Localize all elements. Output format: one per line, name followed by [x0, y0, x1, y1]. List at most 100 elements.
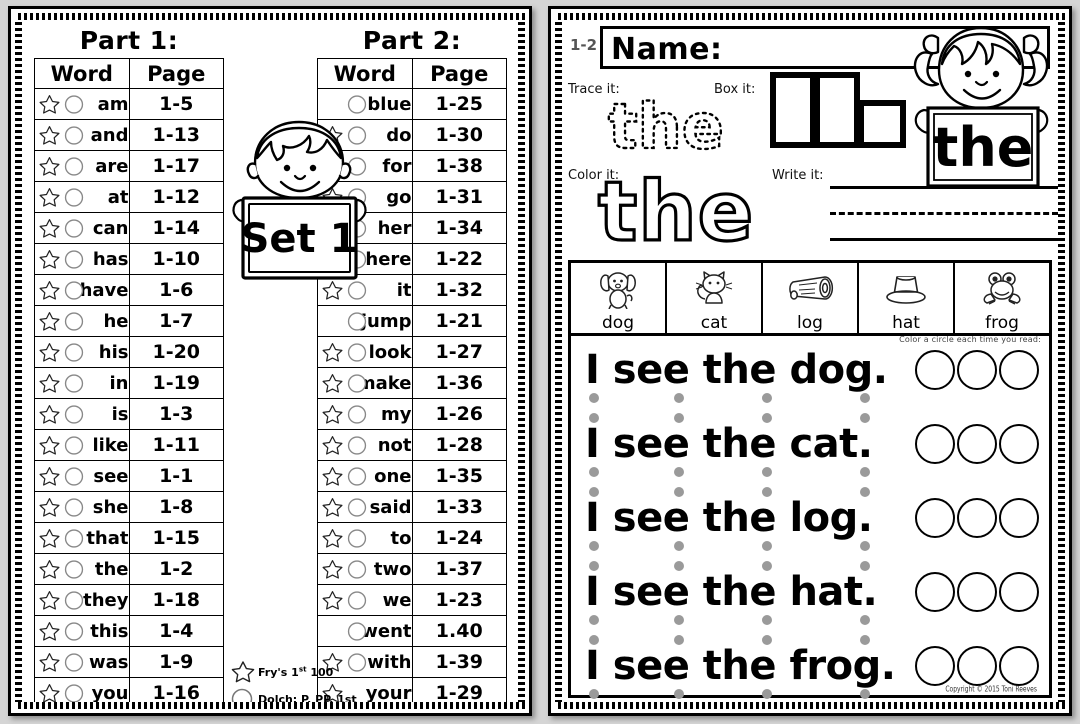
circle-icon[interactable]	[63, 310, 85, 332]
circle-icon[interactable]	[63, 279, 85, 301]
circle-icon[interactable]	[63, 217, 85, 239]
star-icon[interactable]	[38, 310, 61, 332]
word-dot	[860, 689, 870, 699]
circle-icon[interactable]	[63, 651, 85, 673]
read-circle[interactable]	[999, 424, 1039, 464]
read-circle[interactable]	[915, 498, 955, 538]
color-word-outline[interactable]: the	[596, 170, 754, 255]
read-circle[interactable]	[957, 350, 997, 390]
star-icon[interactable]	[38, 496, 61, 518]
box-it-segment-2[interactable]	[814, 72, 860, 148]
circle-icon[interactable]	[346, 310, 368, 332]
star-icon[interactable]	[321, 372, 344, 394]
star-slot	[38, 496, 61, 519]
star-icon[interactable]	[321, 465, 344, 487]
part1-word-cell: am	[34, 88, 130, 120]
circle-icon[interactable]	[63, 93, 85, 115]
circle-icon[interactable]	[346, 496, 368, 518]
read-circle[interactable]	[915, 572, 955, 612]
circle-icon[interactable]	[63, 403, 85, 425]
word-label: her	[377, 217, 412, 239]
circle-slot	[345, 403, 368, 426]
star-icon[interactable]	[321, 434, 344, 456]
box-it-segment-1[interactable]	[770, 72, 816, 148]
star-icon[interactable]	[321, 527, 344, 549]
cat-icon	[692, 263, 736, 314]
read-circle[interactable]	[915, 646, 955, 686]
read-circle[interactable]	[957, 424, 997, 464]
word-dot	[589, 635, 599, 645]
circle-icon[interactable]	[63, 558, 85, 580]
read-circle[interactable]	[999, 350, 1039, 390]
star-icon[interactable]	[38, 372, 61, 394]
circle-icon[interactable]	[63, 682, 85, 702]
circle-slot	[62, 496, 85, 519]
star-icon[interactable]	[38, 620, 61, 642]
box-it-segment-3[interactable]	[858, 100, 906, 148]
circle-icon[interactable]	[346, 558, 368, 580]
star-icon[interactable]	[38, 651, 61, 673]
star-icon[interactable]	[38, 589, 61, 611]
circle-icon[interactable]	[63, 620, 85, 642]
star-icon[interactable]	[321, 589, 344, 611]
word-dots-bottom	[589, 615, 889, 625]
circle-icon[interactable]	[346, 527, 368, 549]
picture-cell-hat: hat	[859, 263, 955, 333]
star-icon[interactable]	[38, 124, 61, 146]
sentence-list: I see the dog. I see the cat. I see the lo…	[571, 333, 1049, 702]
circle-icon[interactable]	[63, 589, 85, 611]
star-icon[interactable]	[321, 558, 344, 580]
read-circle[interactable]	[999, 498, 1039, 538]
read-circle[interactable]	[957, 498, 997, 538]
star-icon[interactable]	[38, 186, 61, 208]
circle-icon[interactable]	[63, 341, 85, 363]
read-circle[interactable]	[915, 350, 955, 390]
circle-icon[interactable]	[346, 465, 368, 487]
circle-icon[interactable]	[346, 403, 368, 425]
star-icon[interactable]	[38, 558, 61, 580]
star-icon[interactable]	[38, 434, 61, 456]
star-icon[interactable]	[38, 93, 61, 115]
part1-table: Word Page am 1-5 and 1-13 are 1-17 at 1-12 can 1-…	[34, 58, 224, 702]
star-icon[interactable]	[38, 155, 61, 177]
circle-icon[interactable]	[346, 434, 368, 456]
word-label: the	[94, 558, 129, 580]
word-dot	[674, 487, 684, 497]
row-marks	[38, 341, 85, 364]
read-circle[interactable]	[957, 572, 997, 612]
boy-holding-sign-illustration: Set 1	[227, 116, 372, 294]
circle-icon[interactable]	[63, 248, 85, 270]
part1-word-cell: she	[34, 491, 130, 523]
star-icon[interactable]	[38, 279, 61, 301]
circle-icon[interactable]	[346, 93, 368, 115]
star-icon[interactable]	[38, 465, 61, 487]
read-circle[interactable]	[957, 646, 997, 686]
circle-icon[interactable]	[63, 155, 85, 177]
star-icon[interactable]	[38, 682, 61, 702]
read-circle[interactable]	[999, 572, 1039, 612]
circle-icon[interactable]	[63, 527, 85, 549]
circle-icon[interactable]	[346, 620, 368, 642]
circle-icon[interactable]	[346, 372, 368, 394]
circle-icon[interactable]	[63, 186, 85, 208]
word-dot	[589, 541, 599, 551]
read-circle[interactable]	[999, 646, 1039, 686]
circle-icon[interactable]	[63, 124, 85, 146]
star-icon[interactable]	[38, 341, 61, 363]
star-icon[interactable]	[38, 217, 61, 239]
circle-icon[interactable]	[63, 465, 85, 487]
circle-icon[interactable]	[63, 496, 85, 518]
trace-word-dotted[interactable]: the	[604, 92, 764, 162]
star-icon[interactable]	[321, 403, 344, 425]
write-line-middle	[830, 212, 1058, 215]
star-icon[interactable]	[38, 248, 61, 270]
circle-icon[interactable]	[346, 589, 368, 611]
star-icon[interactable]	[321, 341, 344, 363]
star-icon[interactable]	[38, 527, 61, 549]
star-icon[interactable]	[38, 403, 61, 425]
star-icon[interactable]	[321, 496, 344, 518]
circle-icon[interactable]	[63, 434, 85, 456]
read-circle[interactable]	[915, 424, 955, 464]
circle-icon[interactable]	[63, 372, 85, 394]
circle-icon[interactable]	[346, 341, 368, 363]
